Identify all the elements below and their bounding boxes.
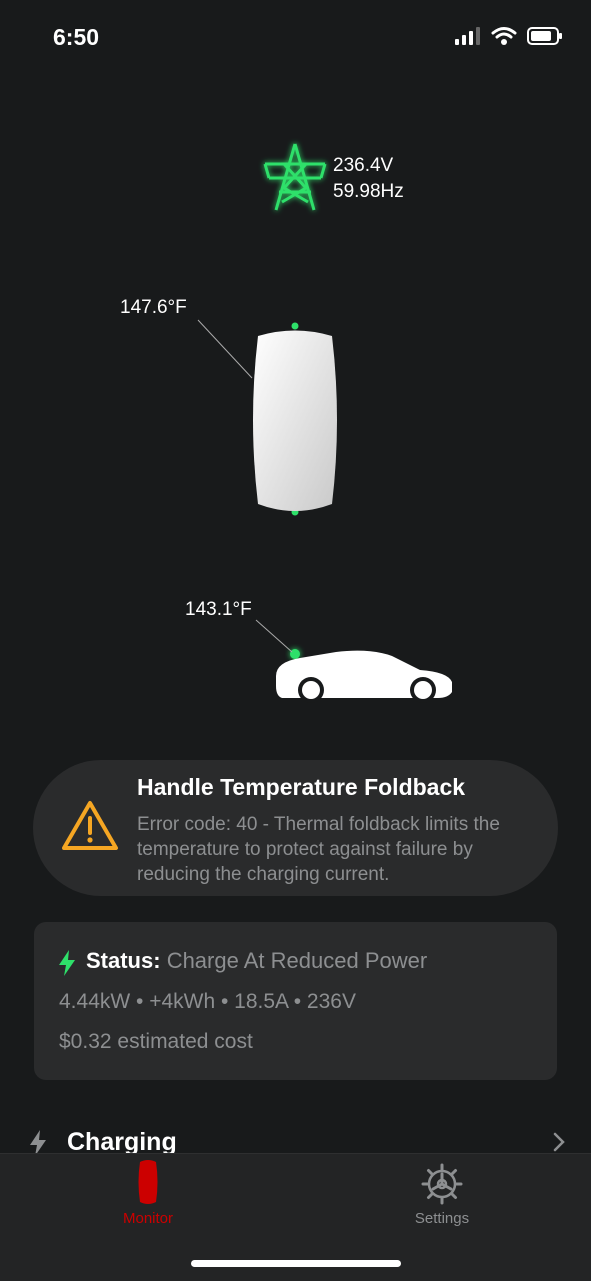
tab-monitor-label: Monitor (122, 1210, 174, 1227)
battery-icon (527, 27, 562, 45)
wall-connector-icon (253, 330, 337, 511)
tab-monitor[interactable]: Monitor (88, 1154, 208, 1244)
grid-voltage: 236.4V (333, 155, 394, 176)
chevron-right-icon (553, 1132, 565, 1152)
warning-icon (62, 801, 118, 850)
status-time: 6:50 (53, 24, 100, 50)
estimated-cost: $0.32 estimated cost (59, 1030, 253, 1053)
power-pylon-icon (263, 143, 327, 211)
bolt-icon (59, 950, 75, 976)
wifi-icon (491, 27, 517, 45)
status-card: Status: Charge At Reduced Power 4.44kW •… (34, 922, 557, 1080)
gear-icon (421, 1163, 463, 1205)
signal-icon (455, 27, 480, 45)
status-line: Status: Charge At Reduced Power (86, 948, 427, 974)
charging-diagram: 236.4V 59.98Hz 147.6°F 143.1°F (0, 80, 591, 720)
alert-body: Error code: 40 - Thermal foldback limits… (137, 814, 500, 885)
charging-metrics: 4.44kW • +4kWh • 18.5A • 236V (59, 990, 356, 1013)
handle-temperature: 143.1°F (185, 599, 252, 620)
tab-bar: Monitor Settings (0, 1153, 591, 1281)
status-label: Status: (86, 948, 161, 973)
status-icons (455, 26, 563, 46)
diagram-graphic (197, 143, 452, 703)
home-indicator[interactable] (191, 1260, 401, 1267)
alert-title: Handle Temperature Foldback (137, 774, 466, 800)
tab-settings[interactable]: Settings (382, 1154, 502, 1244)
car-icon (276, 650, 452, 703)
warning-alert[interactable]: Handle Temperature Foldback Error code: … (33, 760, 558, 896)
charger-temperature: 147.6°F (120, 297, 187, 318)
status-value: Charge At Reduced Power (166, 948, 428, 973)
tab-settings-label: Settings (414, 1210, 470, 1227)
monitor-icon (138, 1160, 158, 1204)
grid-frequency: 59.98Hz (333, 181, 404, 202)
status-bar: 6:50 (0, 0, 591, 80)
